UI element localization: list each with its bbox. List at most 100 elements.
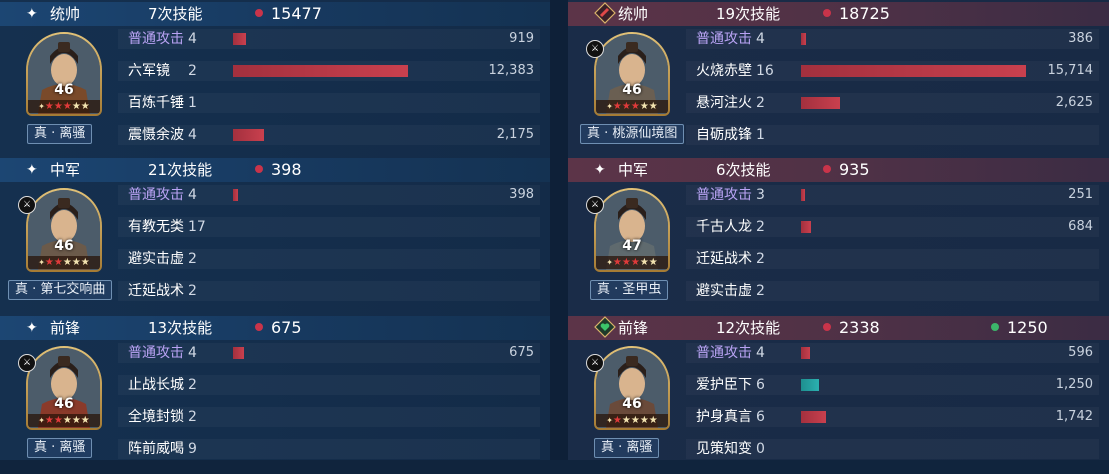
role-title: 前锋 bbox=[618, 319, 649, 337]
skill-times: 4 bbox=[188, 127, 197, 143]
skill-row[interactable]: 千古人龙 2 684 bbox=[686, 214, 1099, 240]
damage-bar bbox=[801, 411, 826, 423]
skill-damage-value: 596 bbox=[1068, 345, 1093, 360]
equipment-tag[interactable]: 真 · 第七交响曲 bbox=[8, 280, 113, 300]
hero-portrait[interactable]: 47 ✦★★★★★ ⚔ bbox=[586, 188, 670, 272]
skill-row[interactable]: 普通攻击 4 675 bbox=[118, 340, 540, 366]
damage-dot-icon bbox=[823, 323, 831, 331]
skill-name: 有教无类 bbox=[128, 219, 184, 235]
skill-damage-value: 251 bbox=[1068, 187, 1093, 202]
skill-times: 2 bbox=[188, 409, 197, 425]
skill-row[interactable]: 悬河注火 2 2,625 bbox=[686, 90, 1099, 116]
skill-times: 16 bbox=[756, 63, 774, 79]
skill-row[interactable]: 百炼千锤 1 bbox=[118, 90, 540, 116]
equipment-tag[interactable]: 真 · 圣甲虫 bbox=[590, 280, 669, 300]
damage-value: 675 bbox=[271, 318, 302, 337]
skill-row[interactable]: 震慑余波 4 2,175 bbox=[118, 122, 540, 148]
skill-times: 3 bbox=[756, 187, 765, 203]
equipment-tag[interactable]: 真 · 离骚 bbox=[27, 438, 93, 458]
star-rating: ✦★★★★★ bbox=[28, 256, 100, 269]
skill-damage-value: 2,625 bbox=[1055, 95, 1093, 110]
skill-times: 4 bbox=[756, 345, 765, 361]
star-rating: ✦★★★★★ bbox=[596, 100, 668, 113]
section-header: ✦ 统帅 7次技能 15477 bbox=[0, 2, 550, 26]
skill-name: 普通攻击 bbox=[128, 345, 184, 361]
skill-row[interactable]: 阵前威喝 9 bbox=[118, 436, 540, 462]
skill-name: 火烧赤壁 bbox=[696, 63, 752, 79]
role-star-icon: ✦ bbox=[26, 6, 38, 22]
skill-row[interactable]: 护身真言 6 1,742 bbox=[686, 404, 1099, 430]
skill-row[interactable]: 爱护臣下 6 1,250 bbox=[686, 372, 1099, 398]
hero-portrait[interactable]: 46 ✦★★★★★ ⚔ bbox=[586, 346, 670, 430]
panel-divider bbox=[550, 0, 568, 460]
skill-row[interactable]: 迁延战术 2 bbox=[118, 278, 540, 304]
skill-name: 阵前威喝 bbox=[128, 441, 184, 457]
skill-times: 1 bbox=[188, 95, 197, 111]
skill-row[interactable]: 普通攻击 4 919 bbox=[118, 26, 540, 52]
skill-name: 震慑余波 bbox=[128, 127, 184, 143]
role-title: 统帅 bbox=[50, 5, 81, 23]
hero-portrait[interactable]: 46 ✦★★★★★ ⚔ bbox=[18, 188, 102, 272]
skill-row[interactable]: 见策知变 0 bbox=[686, 436, 1099, 462]
role-star-icon: ✦ bbox=[594, 162, 606, 178]
hero-section: ✦ 中军 21次技能 398 46 ✦★★★★★ ⚔ 真 · 第七交响曲 普通攻击 4 398 有教无… bbox=[0, 158, 550, 316]
role-title: 前锋 bbox=[50, 319, 81, 337]
hero-portrait[interactable]: 46 ✦★★★★★ ⚔ bbox=[586, 32, 670, 116]
skill-times: 4 bbox=[188, 31, 197, 47]
skill-row[interactable]: 止战长城 2 bbox=[118, 372, 540, 398]
skill-row[interactable]: 避实击虚 2 bbox=[118, 246, 540, 272]
equipment-tag[interactable]: 真 · 桃源仙境图 bbox=[580, 124, 685, 144]
portrait-image: 46 ✦★★★★★ bbox=[596, 34, 668, 114]
hero-portrait[interactable]: 46 ✦★★★★★ bbox=[26, 32, 102, 116]
skill-times: 4 bbox=[756, 31, 765, 47]
equipment-tag[interactable]: 真 · 离骚 bbox=[27, 124, 93, 144]
hero-portrait[interactable]: 46 ✦★★★★★ ⚔ bbox=[18, 346, 102, 430]
skill-times: 2 bbox=[188, 283, 197, 299]
skill-row[interactable]: 自砺成锋 1 bbox=[686, 122, 1099, 148]
skill-damage-value: 398 bbox=[509, 187, 534, 202]
skill-times: 2 bbox=[188, 377, 197, 393]
skill-row[interactable]: 全境封锁 2 bbox=[118, 404, 540, 430]
skill-row[interactable]: 有教无类 17 bbox=[118, 214, 540, 240]
damage-bar bbox=[233, 347, 244, 359]
troop-type-icon: ⚔ bbox=[18, 354, 36, 372]
damage-dot-icon bbox=[255, 9, 263, 17]
skill-name: 六军镜 bbox=[128, 63, 170, 79]
skill-row[interactable]: 普通攻击 3 251 bbox=[686, 182, 1099, 208]
skill-times: 9 bbox=[188, 441, 197, 457]
role-star-icon: ✦ bbox=[26, 320, 38, 336]
skill-row[interactable]: 火烧赤壁 16 15,714 bbox=[686, 58, 1099, 84]
skill-times: 2 bbox=[188, 63, 197, 79]
damage-value: 2338 bbox=[839, 318, 880, 337]
damage-dot-icon bbox=[823, 165, 831, 173]
skill-name: 普通攻击 bbox=[696, 187, 752, 203]
troop-type-icon: ⚔ bbox=[586, 354, 604, 372]
hero-level: 46 bbox=[622, 82, 642, 98]
skill-row[interactable]: 迁延战术 2 bbox=[686, 246, 1099, 272]
equipment-tag[interactable]: 真 · 离骚 bbox=[594, 438, 660, 458]
portrait-image: 46 ✦★★★★★ bbox=[28, 190, 100, 270]
skill-name: 迁延战术 bbox=[696, 251, 752, 267]
skill-name: 迁延战术 bbox=[128, 283, 184, 299]
skill-times: 2 bbox=[756, 283, 765, 299]
damage-bar bbox=[801, 189, 805, 201]
skill-damage-value: 675 bbox=[509, 345, 534, 360]
skill-damage-value: 15,714 bbox=[1047, 63, 1094, 78]
troop-type-icon: ⚔ bbox=[18, 196, 36, 214]
portrait-image: 46 ✦★★★★★ bbox=[596, 348, 668, 428]
skill-row[interactable]: 避实击虚 2 bbox=[686, 278, 1099, 304]
skill-row[interactable]: 普通攻击 4 596 bbox=[686, 340, 1099, 366]
skill-name: 普通攻击 bbox=[696, 31, 752, 47]
skill-row[interactable]: 普通攻击 4 398 bbox=[118, 182, 540, 208]
skill-times: 6 bbox=[756, 377, 765, 393]
damage-dot-icon bbox=[823, 9, 831, 17]
skill-name: 悬河注火 bbox=[696, 95, 752, 111]
portrait-image: 46 ✦★★★★★ bbox=[28, 348, 100, 428]
damage-bar bbox=[233, 189, 238, 201]
skill-name: 普通攻击 bbox=[128, 31, 184, 47]
portrait-image: 46 ✦★★★★★ bbox=[28, 34, 100, 114]
hero-section: 前锋 12次技能 2338 1250 46 ✦★★★★★ ⚔ 真 · 离骚 普通攻击 4 596 爱护… bbox=[568, 316, 1109, 474]
skill-times: 2 bbox=[756, 95, 765, 111]
skill-row[interactable]: 六军镜 2 12,383 bbox=[118, 58, 540, 84]
skill-row[interactable]: 普通攻击 4 386 bbox=[686, 26, 1099, 52]
